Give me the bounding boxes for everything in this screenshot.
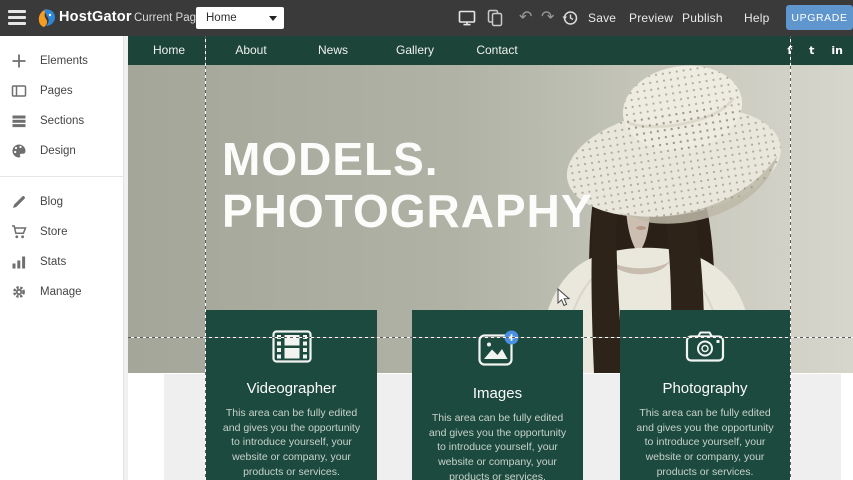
hero-title[interactable]: MODELS. PHOTOGRAPHY	[222, 133, 593, 237]
sidebar-divider	[0, 176, 128, 177]
editor-sidebar: Elements Pages Sections Design	[0, 36, 128, 480]
publish-button[interactable]: Publish	[682, 11, 723, 25]
save-button[interactable]: Save	[588, 11, 616, 25]
film-icon	[272, 330, 312, 363]
sidebar-scrollbar[interactable]	[123, 36, 128, 480]
nav-item-news[interactable]: News	[292, 36, 374, 65]
sidebar-item-sections[interactable]: Sections	[0, 106, 128, 136]
sections-icon	[10, 113, 27, 130]
menu-icon[interactable]	[8, 10, 26, 26]
hostgator-logo-icon	[36, 7, 56, 29]
sidebar-item-design[interactable]: Design	[0, 136, 128, 166]
image-add-icon	[476, 330, 520, 368]
cart-icon	[10, 224, 27, 241]
plus-icon	[10, 53, 27, 70]
nav-item-gallery[interactable]: Gallery	[374, 36, 456, 65]
card-title: Photography	[620, 380, 790, 397]
hostgator-site-builder: HostGator Current Page: Home ↶ ↷ Save Pr…	[0, 0, 853, 480]
page-icon	[10, 83, 27, 100]
palette-icon	[10, 143, 27, 160]
preview-button[interactable]: Preview	[629, 11, 673, 25]
card-body: This area can be fully edited and gives …	[219, 406, 364, 479]
twitter-icon[interactable]: t	[809, 44, 814, 57]
redo-icon[interactable]: ↷	[541, 7, 554, 26]
gear-icon	[10, 284, 27, 301]
site-navbar: Home About News Gallery Contact f t in	[128, 36, 853, 65]
top-toolbar: HostGator Current Page: Home ↶ ↷ Save Pr…	[0, 0, 853, 36]
hero-title-line1: MODELS.	[222, 133, 593, 185]
card-title: Images	[412, 385, 583, 402]
linkedin-icon[interactable]: in	[831, 44, 843, 57]
page-select-dropdown[interactable]: Home	[196, 7, 284, 29]
card-body: This area can be fully edited and gives …	[425, 411, 570, 480]
service-card-videographer[interactable]: Videographer This area can be fully edit…	[206, 310, 377, 480]
camera-icon	[683, 330, 727, 363]
service-card-images[interactable]: Images This area can be fully edited and…	[412, 310, 583, 480]
card-title: Videographer	[206, 380, 377, 397]
sidebar-item-pages[interactable]: Pages	[0, 76, 128, 106]
nav-item-contact[interactable]: Contact	[456, 36, 538, 65]
section-boundary-guide	[128, 337, 853, 338]
pencil-icon	[10, 194, 27, 211]
sidebar-item-stats[interactable]: Stats	[0, 247, 128, 277]
history-icon[interactable]	[562, 10, 578, 26]
current-page-label: Current Page:	[134, 12, 206, 24]
upgrade-button[interactable]: UPGRADE	[786, 5, 853, 30]
sidebar-item-store[interactable]: Store	[0, 217, 128, 247]
sidebar-item-elements[interactable]: Elements	[0, 46, 128, 76]
brand-name: HostGator	[59, 9, 132, 25]
nav-item-about[interactable]: About	[210, 36, 292, 65]
help-button[interactable]: Help	[744, 11, 769, 25]
site-canvas: Home About News Gallery Contact f t in	[128, 36, 853, 480]
service-card-photography[interactable]: Photography This area can be fully edite…	[620, 310, 790, 480]
edit-guide-left	[205, 36, 206, 480]
hero-title-line2: PHOTOGRAPHY	[222, 185, 593, 237]
mouse-cursor	[557, 288, 570, 307]
edit-guide-right	[790, 36, 791, 480]
chevron-down-icon	[269, 16, 277, 21]
desktop-view-icon[interactable]	[458, 9, 476, 27]
sidebar-item-manage[interactable]: Manage	[0, 277, 128, 307]
card-body: This area can be fully edited and gives …	[633, 406, 777, 479]
bar-chart-icon	[10, 254, 27, 271]
page-select-value: Home	[206, 12, 237, 24]
nav-item-home[interactable]: Home	[128, 36, 210, 65]
mobile-view-icon[interactable]	[486, 9, 504, 27]
social-links: f t in	[787, 36, 853, 65]
undo-icon[interactable]: ↶	[519, 7, 532, 26]
sidebar-item-blog[interactable]: Blog	[0, 187, 128, 217]
